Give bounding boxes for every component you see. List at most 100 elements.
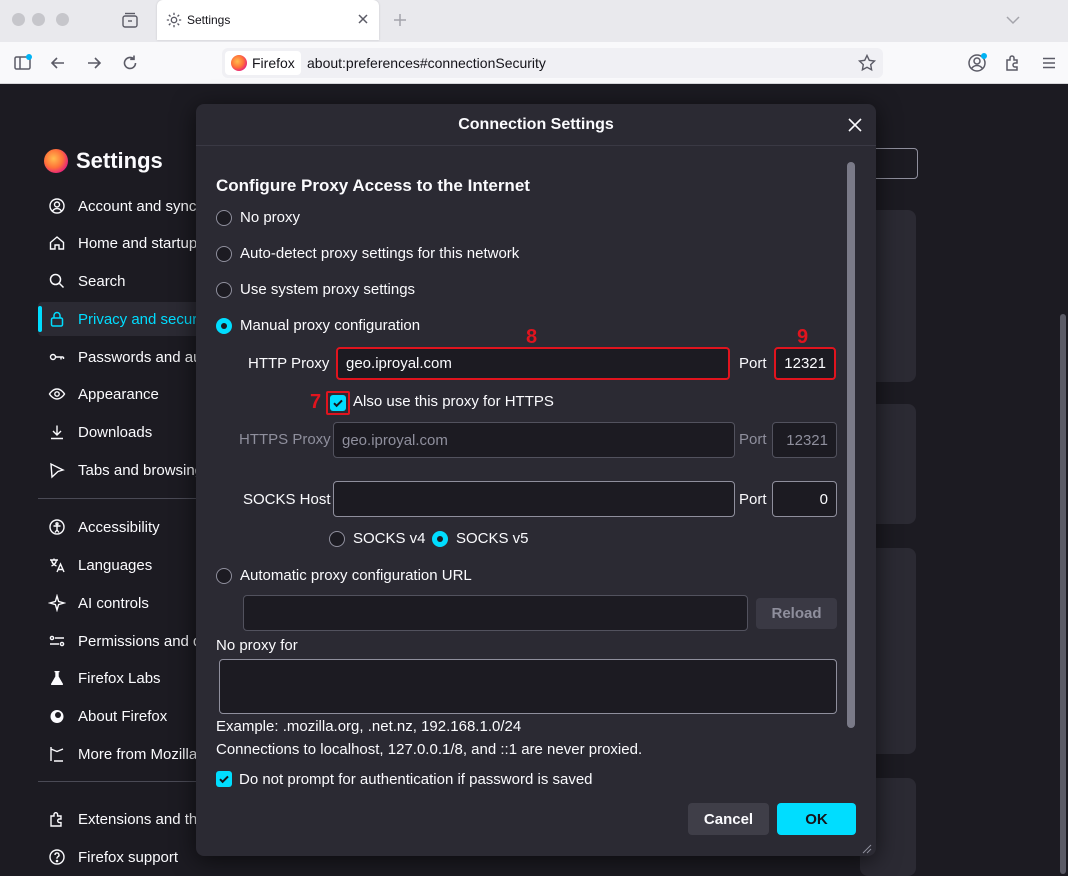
radio-button[interactable] <box>216 281 232 298</box>
page-scrollbar[interactable] <box>1060 314 1066 874</box>
connection-settings-dialog: Connection Settings Configure Proxy Acce… <box>196 104 876 856</box>
minimize-window-button[interactable] <box>32 13 45 26</box>
http-port-input[interactable]: 12321 <box>774 347 836 380</box>
socks-host-label: SOCKS Host <box>243 491 331 508</box>
url-text[interactable]: about:preferences#connectionSecurity <box>307 55 546 71</box>
radio-no-proxy[interactable]: No proxy <box>216 209 300 226</box>
cancel-button[interactable]: Cancel <box>688 803 769 835</box>
sparkle-icon <box>48 594 66 612</box>
checkmark-icon <box>333 399 343 408</box>
url-bar[interactable]: Firefox about:preferences#connectionSecu… <box>222 48 883 78</box>
reload-button[interactable]: Reload <box>756 598 837 629</box>
bookmark-star-icon[interactable] <box>857 53 877 73</box>
radio-button[interactable] <box>216 245 232 262</box>
close-icon[interactable] <box>846 116 864 134</box>
extension-icon <box>50 812 62 827</box>
sidebar-toggle-icon[interactable] <box>12 52 34 74</box>
firefox-logo-icon <box>44 149 68 173</box>
menu-icon[interactable] <box>1038 52 1060 74</box>
no-proxy-for-label: No proxy for <box>216 637 298 654</box>
no-proxy-for-textarea[interactable] <box>219 659 837 714</box>
radio-socks-v4[interactable]: SOCKS v4 <box>329 530 426 547</box>
no-prompt-auth-checkbox[interactable] <box>216 771 232 787</box>
search-icon <box>49 273 65 289</box>
page-title: Settings <box>76 148 163 173</box>
dialog-title: Connection Settings <box>458 116 614 133</box>
http-proxy-input[interactable]: geo.iproyal.com <box>336 347 730 380</box>
help-icon <box>49 849 65 865</box>
radio-label: SOCKS v5 <box>456 530 529 547</box>
https-proxy-input[interactable]: geo.iproyal.com <box>333 422 735 458</box>
home-icon <box>49 236 65 250</box>
radio-auto-detect[interactable]: Auto-detect proxy settings for this netw… <box>216 245 519 262</box>
radio-button[interactable] <box>216 209 232 226</box>
radio-button[interactable] <box>329 530 345 547</box>
extensions-icon[interactable] <box>1002 52 1024 74</box>
identity-label: Firefox <box>252 55 295 71</box>
sidebar-item-label: Home and startup <box>78 234 198 252</box>
sidebar-item-label: Search <box>78 272 126 290</box>
sidebar-item-label: Firefox support <box>78 848 179 866</box>
radio-label: Manual proxy configuration <box>240 317 421 334</box>
radio-system-proxy[interactable]: Use system proxy settings <box>216 281 415 298</box>
tab-icon <box>50 462 65 479</box>
identity-box[interactable]: Firefox <box>225 51 301 75</box>
radio-label: SOCKS v4 <box>353 530 426 547</box>
download-icon <box>51 425 63 440</box>
new-tab-icon[interactable] <box>390 10 410 30</box>
checkmark-icon <box>219 775 229 784</box>
chevron-down-icon[interactable] <box>1003 10 1023 30</box>
zoom-window-button[interactable] <box>56 13 69 26</box>
mozilla-icon <box>50 747 64 762</box>
sidebar-item-label: Downloads <box>78 423 153 441</box>
lock-icon <box>50 311 64 327</box>
radio-auto-proxy-url[interactable]: Automatic proxy configuration URL <box>216 567 472 584</box>
back-icon[interactable] <box>47 52 69 74</box>
account-icon[interactable] <box>966 52 988 74</box>
tab-overview-icon[interactable] <box>120 10 140 30</box>
sidebar-divider <box>38 498 208 499</box>
radio-button-selected[interactable] <box>432 530 448 547</box>
annotation-marker-8: 8 <box>526 326 538 348</box>
socks-port-input[interactable]: 0 <box>772 481 837 517</box>
auto-proxy-url-input[interactable] <box>243 595 748 631</box>
accessibility-icon <box>49 519 65 535</box>
settings-header: Settings <box>44 148 163 174</box>
localhost-note: Connections to localhost, 127.0.0.1/8, a… <box>216 741 643 758</box>
radio-manual-proxy[interactable]: Manual proxy configuration <box>216 317 420 334</box>
radio-label: No proxy <box>240 209 301 226</box>
socks-host-input[interactable] <box>333 481 735 517</box>
dialog-titlebar: Connection Settings <box>196 104 876 146</box>
close-tab-icon[interactable] <box>355 11 371 27</box>
close-window-button[interactable] <box>12 13 25 26</box>
key-icon <box>49 353 65 361</box>
tab-settings[interactable]: Settings <box>157 0 379 40</box>
annotation-marker-9: 9 <box>797 326 809 348</box>
forward-icon[interactable] <box>83 52 105 74</box>
reload-icon[interactable] <box>119 52 141 74</box>
radio-label: Automatic proxy configuration URL <box>240 567 472 584</box>
https-proxy-label: HTTPS Proxy <box>239 431 331 448</box>
https-port-input[interactable]: 12321 <box>772 422 837 458</box>
title-bar: Settings <box>0 0 1068 42</box>
resize-grip-icon[interactable] <box>860 842 872 854</box>
radio-label: Use system proxy settings <box>240 281 416 298</box>
sidebar-item-label: AI controls <box>78 594 149 612</box>
radio-button[interactable] <box>216 567 232 584</box>
sidebar-item-label: Languages <box>78 556 153 574</box>
account-icon <box>49 198 65 214</box>
ok-button[interactable]: OK <box>777 803 856 835</box>
also-https-label: Also use this proxy for HTTPS <box>353 393 554 410</box>
sidebar-item-label: Accessibility <box>78 518 160 536</box>
sidebar-item-label: Account and sync <box>78 197 197 215</box>
radio-button-selected[interactable] <box>216 317 232 334</box>
language-icon <box>50 558 65 573</box>
also-https-checkbox[interactable] <box>330 395 346 411</box>
sidebar-item-label: Privacy and security <box>78 310 213 328</box>
sidebar-divider <box>38 781 208 782</box>
radio-socks-v5[interactable]: SOCKS v5 <box>432 530 529 547</box>
firefox-logo-icon <box>231 55 247 71</box>
dialog-scrollbar[interactable] <box>847 162 855 728</box>
sidebar-item-label: More from Mozilla <box>78 745 198 763</box>
http-port-label: Port <box>739 355 767 372</box>
